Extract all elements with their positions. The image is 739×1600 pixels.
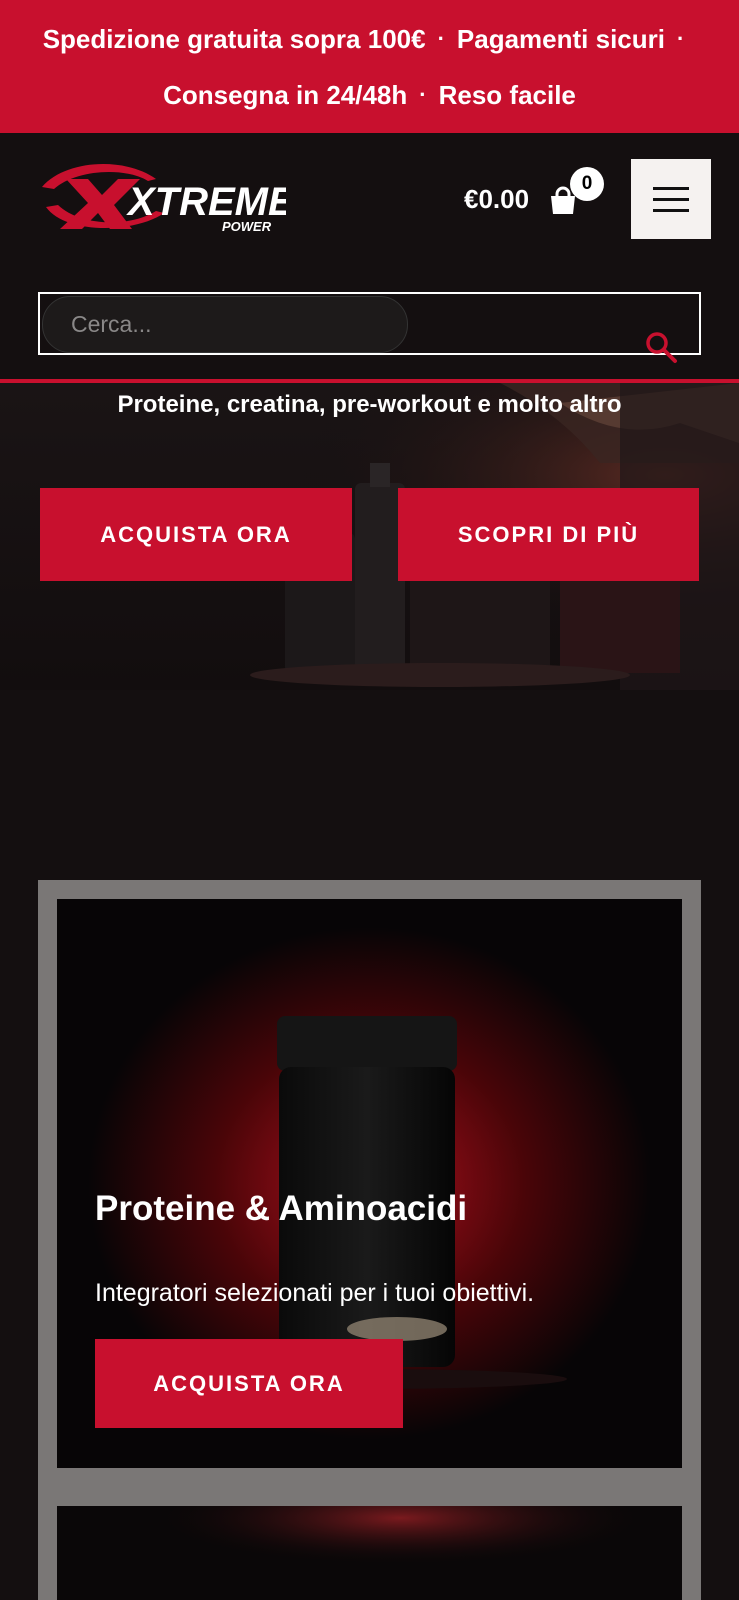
- cart-count-badge: 0: [570, 167, 604, 201]
- site-header: XTREME POWER €0.00 0: [0, 133, 739, 263]
- hero-section: Proteine, creatina, pre-workout e molto …: [0, 383, 739, 690]
- separator-dot: ·: [676, 25, 685, 51]
- announcement-item: Pagamenti sicuri: [456, 23, 665, 54]
- announcement-bar: Spedizione gratuita sopra 100€ · Pagamen…: [0, 0, 739, 133]
- separator-dot: ·: [437, 25, 445, 51]
- announcement-item: Consegna in 24/48h: [163, 79, 408, 110]
- category-description: Integratori selezionati per i tuoi obiet…: [95, 1279, 535, 1307]
- separator-dot: ·: [419, 81, 427, 107]
- category-card[interactable]: Proteine & Aminoacidi Integratori selezi…: [57, 899, 682, 1468]
- hero-subtitle: Proteine, creatina, pre-workout e molto …: [117, 391, 622, 418]
- search-input[interactable]: [42, 296, 408, 353]
- announcement-line-2: Consegna in 24/48h · Reso facile: [163, 70, 576, 120]
- hamburger-menu-icon[interactable]: [631, 159, 711, 239]
- site-logo[interactable]: XTREME POWER: [36, 157, 286, 237]
- svg-text:XTREME: XTREME: [126, 180, 286, 224]
- svg-text:POWER: POWER: [222, 219, 272, 234]
- search-form: [38, 292, 701, 363]
- shop-now-button[interactable]: ACQUISTA ORA: [40, 488, 352, 581]
- announcement-item: Spedizione gratuita sopra 100€: [42, 23, 426, 54]
- category-grid: Proteine & Aminoacidi Integratori selezi…: [38, 880, 701, 1600]
- category-shop-button[interactable]: ACQUISTA ORA: [95, 1339, 403, 1428]
- discover-more-button[interactable]: SCOPRI DI PIÙ: [398, 488, 699, 581]
- category-card-image: [57, 1506, 682, 1600]
- announcement-item: Reso facile: [438, 79, 576, 110]
- category-title: Proteine & Aminoacidi: [95, 1189, 468, 1228]
- announcement-line-1: Spedizione gratuita sopra 100€ · Pagamen…: [43, 14, 697, 64]
- cart-total[interactable]: €0.00: [464, 184, 529, 215]
- category-card[interactable]: [57, 1506, 682, 1600]
- search-icon[interactable]: [644, 330, 678, 364]
